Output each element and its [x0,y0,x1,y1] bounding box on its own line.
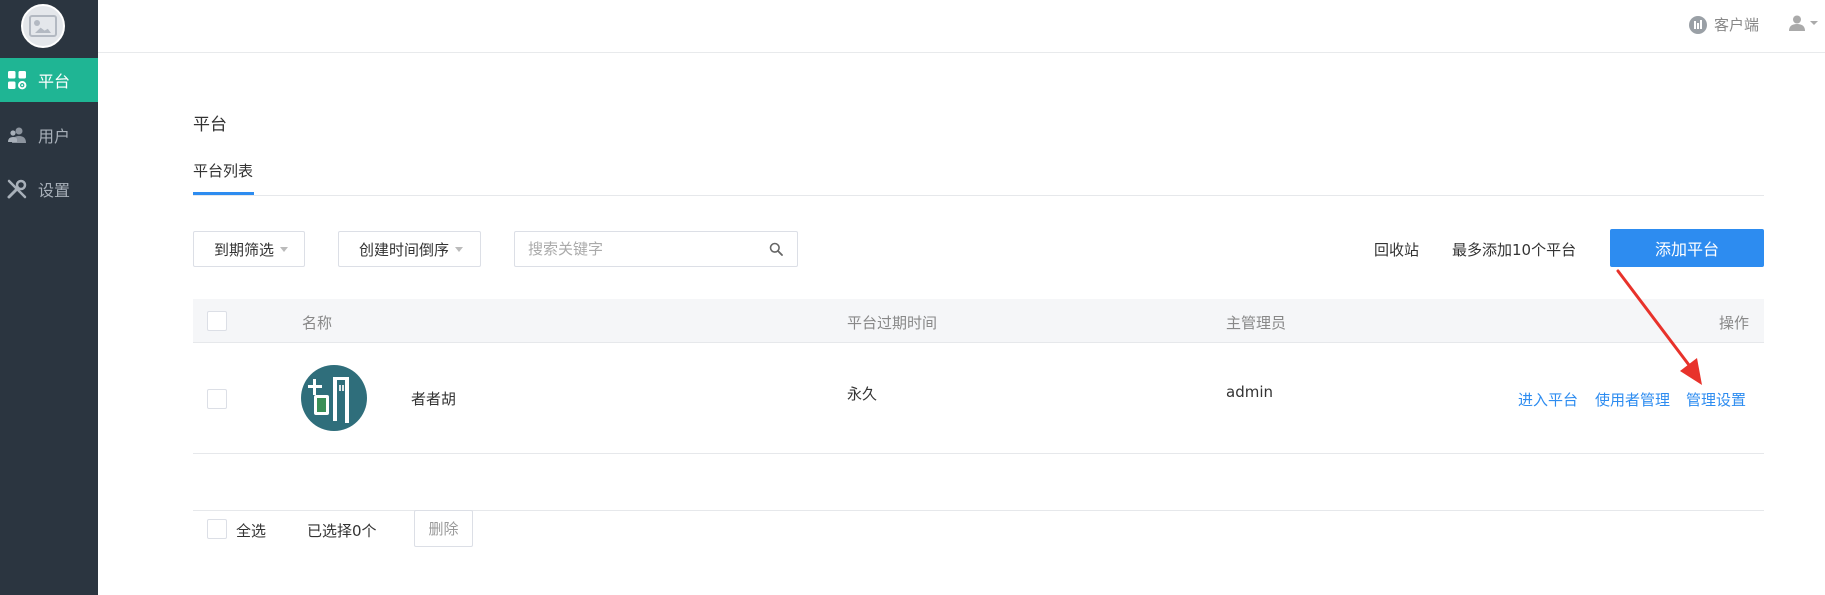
table-header: 名称 平台过期时间 主管理员 操作 [193,299,1764,343]
sidebar: 平台 用户 设置 [0,0,98,595]
platform-admin: admin [1226,383,1273,401]
manage-settings-link[interactable]: 管理设置 [1686,389,1746,410]
select-all-checkbox[interactable] [207,519,227,539]
column-admin: 主管理员 [1226,314,1287,332]
sidebar-item-label: 用户 [38,127,71,146]
platform-avatar [301,365,367,431]
client-label: 客户端 [1713,16,1759,34]
selected-count: 已选择0个 [307,522,377,540]
column-expiry: 平台过期时间 [847,314,938,332]
sidebar-item-users[interactable]: 用户 [0,113,98,157]
add-platform-button[interactable]: 添加平台 [1610,229,1764,267]
caret-down-icon [280,246,289,252]
header-checkbox[interactable] [207,311,227,331]
grid-gear-icon [6,69,28,91]
tab-platform-list[interactable]: 平台列表 [193,160,253,181]
row-checkbox[interactable] [207,389,227,409]
sidebar-item-label: 设置 [38,181,71,200]
search-icon[interactable] [769,242,783,256]
sidebar-item-settings[interactable]: 设置 [0,167,98,211]
platform-name: 者者胡 [411,390,457,408]
sidebar-item-platform[interactable]: 平台 [0,58,98,102]
tabs-divider [193,195,1764,196]
select-all-label[interactable]: 全选 [236,520,266,541]
column-name: 名称 [302,314,333,332]
client-link[interactable]: 客户端 [1688,14,1759,35]
platform-expiry: 永久 [847,385,878,403]
sort-label: 创建时间倒序 [359,240,450,259]
caret-down-icon [455,246,464,252]
search-input[interactable] [528,232,758,266]
table-row: 者者胡 永久 admin 进入平台 使用者管理 管理设置 [193,343,1764,454]
image-placeholder-icon [29,15,57,37]
client-icon [1688,15,1707,34]
expiry-filter-label: 到期筛选 [214,240,275,259]
users-icon [6,124,28,146]
delete-button[interactable]: 删除 [414,510,473,547]
top-bar: 客户端 [98,0,1825,53]
sort-select[interactable]: 创建时间倒序 [338,231,481,267]
page-title: 平台 [193,115,227,135]
logo[interactable] [21,4,65,48]
platform-limit-note: 最多添加10个平台 [1452,241,1577,259]
expiry-filter-select[interactable]: 到期筛选 [193,231,305,267]
user-menu[interactable] [1788,14,1819,32]
user-icon [1789,15,1805,31]
search-box [514,231,798,267]
annotation-arrow [1616,269,1702,385]
enter-platform-link[interactable]: 进入平台 [1518,389,1578,410]
recycle-bin-link[interactable]: 回收站 [1374,239,1419,260]
user-management-link[interactable]: 使用者管理 [1595,389,1670,410]
column-actions: 操作 [1718,314,1749,332]
chevron-down-icon [1810,21,1818,25]
sidebar-item-label: 平台 [38,72,71,91]
wrench-icon [6,178,28,200]
